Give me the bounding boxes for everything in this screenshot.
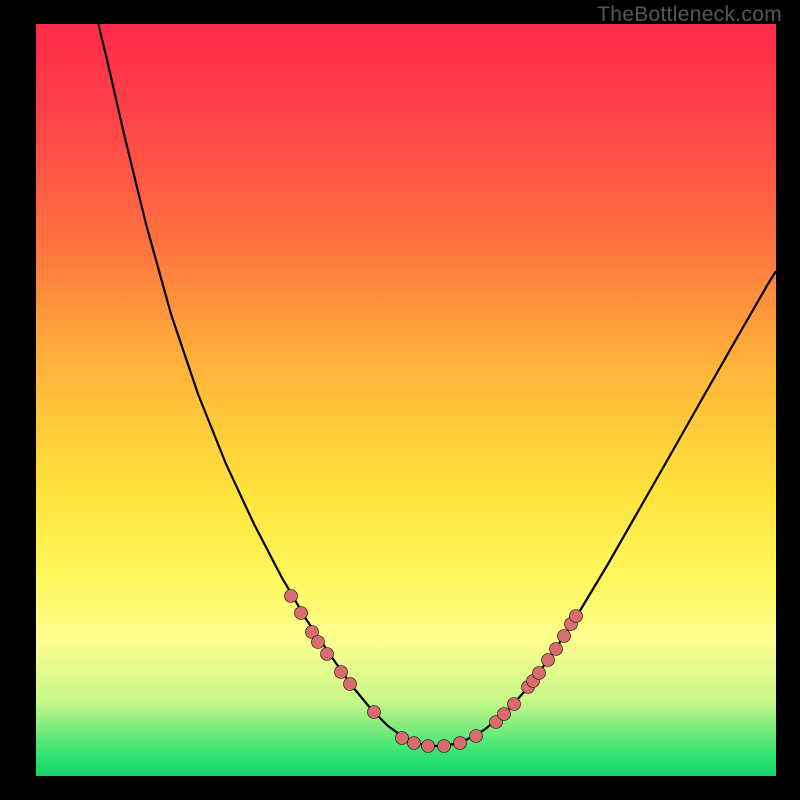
data-point [422,740,435,753]
chart-overlay [36,24,776,776]
data-point [321,648,334,661]
data-points [285,590,583,753]
data-point [508,698,521,711]
data-point [368,706,381,719]
data-point [542,654,555,667]
data-point [533,667,546,680]
curve-left-branch [96,14,424,745]
data-point [295,607,308,620]
data-point [344,678,357,691]
data-point [312,636,325,649]
data-point [408,737,421,750]
data-point [570,610,583,623]
data-point [438,740,451,753]
curve-right-branch [424,271,776,746]
watermark-text: TheBottleneck.com [597,3,782,27]
data-point [454,737,467,750]
data-point [335,666,348,679]
data-point [550,643,563,656]
data-point [558,630,571,643]
data-point [498,708,511,721]
data-point [470,730,483,743]
data-point [285,590,298,603]
data-point [396,732,409,745]
